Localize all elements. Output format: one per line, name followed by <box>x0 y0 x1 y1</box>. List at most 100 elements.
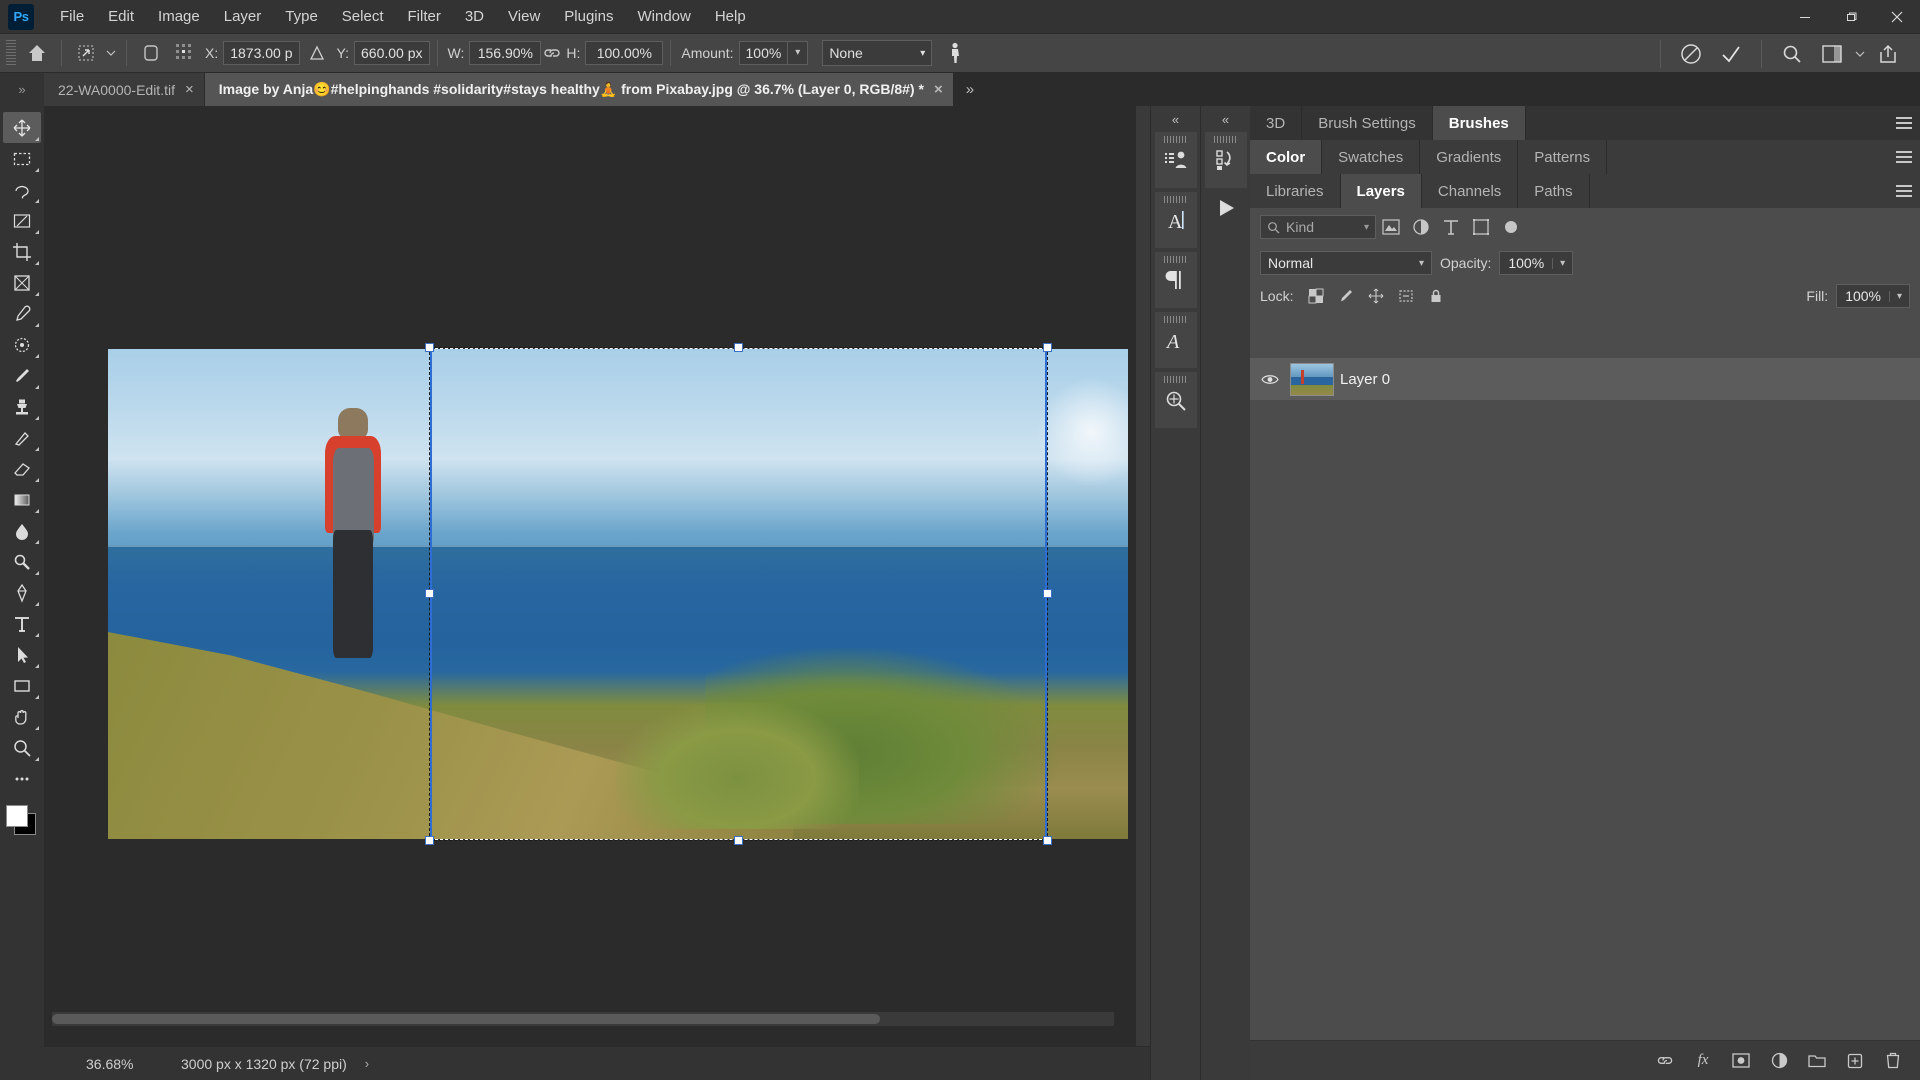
menu-layer[interactable]: Layer <box>212 0 274 34</box>
document-window[interactable] <box>52 106 1128 1046</box>
interpolation-chevron-down-icon[interactable]: ▾ <box>920 48 925 59</box>
menu-image[interactable]: Image <box>146 0 212 34</box>
color-swatches[interactable] <box>4 804 40 838</box>
workspace-icon[interactable] <box>1812 39 1852 69</box>
menu-filter[interactable]: Filter <box>396 0 453 34</box>
height-input[interactable]: 100.00% <box>585 41 664 65</box>
shape-filter-icon[interactable] <box>1466 214 1496 240</box>
close-icon[interactable]: × <box>185 81 194 98</box>
document-tab-0[interactable]: 22-WA0000-Edit.tif × <box>44 73 205 106</box>
lock-artboard-icon[interactable] <box>1393 284 1419 308</box>
menu-plugins[interactable]: Plugins <box>552 0 625 34</box>
tab-color[interactable]: Color <box>1250 140 1323 174</box>
amount-chevron-down-icon[interactable]: ▾ <box>787 42 807 64</box>
tab-libraries[interactable]: Libraries <box>1250 174 1341 208</box>
tab-channels[interactable]: Channels <box>1421 174 1519 208</box>
tab-paths[interactable]: Paths <box>1518 174 1590 208</box>
frame-tool[interactable] <box>3 267 41 298</box>
vertical-scrollbar[interactable] <box>1136 106 1150 1046</box>
tab-patterns[interactable]: Patterns <box>1518 140 1608 174</box>
commit-transform-icon[interactable] <box>1711 39 1751 69</box>
share-icon[interactable] <box>1868 39 1908 69</box>
link-icon[interactable] <box>541 46 563 60</box>
foreground-color-swatch[interactable] <box>6 805 28 827</box>
restore-button[interactable] <box>1828 0 1874 34</box>
triangle-icon[interactable] <box>300 38 334 68</box>
hand-tool[interactable] <box>3 701 41 732</box>
layer-row[interactable]: Layer 0 <box>1250 358 1920 400</box>
pen-tool[interactable] <box>3 577 41 608</box>
status-chevron-right-icon[interactable]: › <box>365 1056 369 1071</box>
lock-position-icon[interactable] <box>1363 284 1389 308</box>
adjustment-layer-button[interactable] <box>1768 1050 1790 1072</box>
link-layers-button[interactable] <box>1654 1050 1676 1072</box>
menu-file[interactable]: File <box>48 0 96 34</box>
menu-3d[interactable]: 3D <box>453 0 496 34</box>
histogram-icon[interactable] <box>1154 372 1197 428</box>
x-input[interactable]: 1873.00 p <box>223 41 300 65</box>
chevron-down-icon[interactable]: ▾ <box>1419 258 1424 269</box>
panel-menu-icon[interactable] <box>1896 106 1912 140</box>
menu-help[interactable]: Help <box>703 0 758 34</box>
eyedropper-tool[interactable] <box>3 298 41 329</box>
document-tab-1[interactable]: Image by Anja😊#helpinghands #solidarity#… <box>204 73 954 106</box>
tab-gradients[interactable]: Gradients <box>1420 140 1519 174</box>
lasso-tool[interactable] <box>3 174 41 205</box>
tab-brush-settings[interactable]: Brush Settings <box>1302 106 1433 140</box>
y-input[interactable]: 660.00 px <box>354 41 430 65</box>
search-icon[interactable] <box>1772 39 1812 69</box>
close-icon[interactable]: × <box>934 81 943 98</box>
path-selection-tool[interactable] <box>3 639 41 670</box>
lock-image-pixels-icon[interactable] <box>1333 284 1359 308</box>
layer-thumbnail[interactable] <box>1290 362 1334 396</box>
eraser-tool[interactable] <box>3 453 41 484</box>
horizontal-scrollbar-thumb[interactable] <box>52 1014 881 1024</box>
dodge-tool[interactable] <box>3 546 41 577</box>
blur-tool[interactable] <box>3 515 41 546</box>
menu-type[interactable]: Type <box>273 0 330 34</box>
options-bar-grip[interactable] <box>6 40 16 66</box>
home-icon[interactable] <box>20 38 54 68</box>
mini-dock-collapse-icon[interactable]: « <box>1201 106 1250 132</box>
toolbar-expand-toggle[interactable]: » <box>0 73 44 106</box>
new-layer-button[interactable] <box>1844 1050 1866 1072</box>
tab-overflow-button[interactable]: » <box>954 73 986 106</box>
tab-swatches[interactable]: Swatches <box>1322 140 1421 174</box>
spot-healing-brush-tool[interactable] <box>3 329 41 360</box>
tab-3d[interactable]: 3D <box>1250 106 1303 140</box>
tab-brushes[interactable]: Brushes <box>1432 106 1526 140</box>
zoom-tool[interactable] <box>3 732 41 763</box>
fill-chevron-down-icon[interactable]: ▾ <box>1889 290 1909 302</box>
panel-menu-icon[interactable] <box>1896 174 1912 208</box>
layer-style-button[interactable]: fx <box>1692 1050 1714 1072</box>
move-tool[interactable] <box>3 112 41 143</box>
chevron-down-icon[interactable]: ▾ <box>1364 222 1369 233</box>
rectangular-marquee-tool[interactable] <box>3 143 41 174</box>
layer-kind-filter[interactable]: Kind ▾ <box>1260 215 1376 239</box>
rectangle-tool[interactable] <box>3 670 41 701</box>
interpolation-select[interactable]: None ▾ <box>822 40 933 66</box>
brush-tool[interactable] <box>3 360 41 391</box>
workspace-chevron-down-icon[interactable] <box>1852 39 1868 69</box>
paragraph-icon[interactable] <box>1154 252 1197 308</box>
layer-name[interactable]: Layer 0 <box>1340 371 1390 388</box>
delete-layer-button[interactable] <box>1882 1050 1904 1072</box>
adjustment-filter-icon[interactable] <box>1406 214 1436 240</box>
menu-edit[interactable]: Edit <box>96 0 146 34</box>
free-transform-icon[interactable] <box>69 38 103 68</box>
actions-play-icon[interactable] <box>1205 192 1247 238</box>
ellipsis-icon[interactable] <box>3 763 41 794</box>
close-button[interactable] <box>1874 0 1920 34</box>
zoom-level[interactable]: 36.68% <box>86 1056 171 1072</box>
type-filter-icon[interactable] <box>1436 214 1466 240</box>
menu-view[interactable]: View <box>496 0 552 34</box>
puppet-warp-icon[interactable] <box>938 38 972 68</box>
opacity-chevron-down-icon[interactable]: ▾ <box>1552 257 1572 269</box>
adjustments-icon[interactable] <box>1154 132 1197 188</box>
tab-layers[interactable]: Layers <box>1340 174 1422 208</box>
reference-point-toggle[interactable] <box>168 38 202 68</box>
minimize-button[interactable] <box>1782 0 1828 34</box>
character-icon[interactable]: A <box>1154 192 1197 248</box>
lock-all-icon[interactable] <box>1423 284 1449 308</box>
new-group-button[interactable] <box>1806 1050 1828 1072</box>
